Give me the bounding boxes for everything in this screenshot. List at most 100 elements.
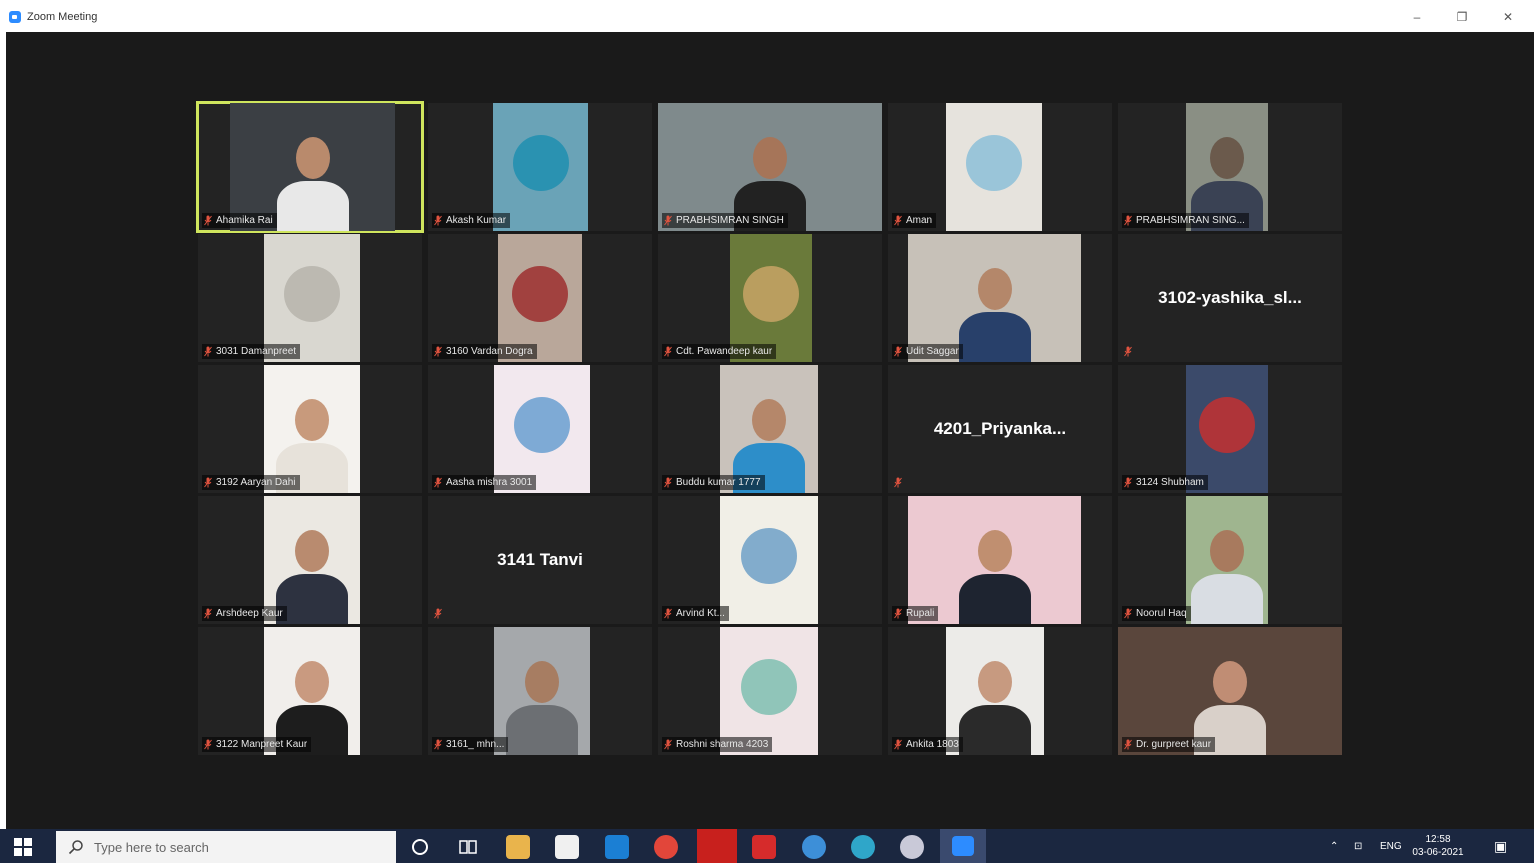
red-app-icon[interactable] — [697, 829, 737, 863]
participant-name-label: PRABHSIMRAN SINGH — [662, 213, 788, 228]
zoom-taskbar-icon[interactable] — [940, 829, 986, 863]
edge-icon[interactable] — [851, 835, 875, 859]
person-silhouette — [1191, 574, 1263, 624]
drawing-artwork — [284, 266, 340, 322]
search-icon — [68, 840, 83, 855]
participant-tile[interactable]: 3192 Aaryan Dahi — [198, 365, 422, 493]
muted-mic-icon — [664, 739, 672, 750]
participant-tile[interactable]: 3161_ mhn... — [428, 627, 652, 755]
participant-name-label: Arvind Kt... — [662, 606, 729, 621]
participant-name-label: 3192 Aaryan Dahi — [202, 475, 300, 490]
muted-mic-icon — [664, 608, 672, 619]
notification-icon[interactable]: ▣ — [1494, 829, 1507, 863]
participant-tile[interactable]: Arvind Kt... — [658, 496, 882, 624]
participant-tile[interactable]: Rupali — [888, 496, 1112, 624]
participant-tile[interactable]: Ahamika Rai — [196, 101, 424, 233]
participant-tile[interactable]: 3102-yashika_sl... — [1118, 234, 1342, 362]
muted-mic-icon — [894, 608, 902, 619]
participant-video — [1118, 627, 1342, 755]
muted-mic-icon — [204, 215, 212, 226]
participant-tile[interactable]: 3031 Damanpreet — [198, 234, 422, 362]
drawing-artwork — [514, 397, 570, 453]
participant-name-label: Buddu kumar 1777 — [662, 475, 765, 490]
participant-name-label: Ankita 1803 — [892, 737, 963, 752]
participant-tile[interactable]: Aman — [888, 103, 1112, 231]
participant-video — [498, 234, 582, 362]
participant-name-label: Rupali — [892, 606, 939, 621]
participant-video — [264, 234, 360, 362]
person-silhouette — [276, 181, 349, 231]
participant-tile[interactable]: Roshni sharma 4203 — [658, 627, 882, 755]
minimize-button[interactable]: – — [1403, 6, 1431, 28]
person-silhouette — [958, 574, 1031, 624]
paint-icon[interactable] — [900, 835, 924, 859]
participant-name: Rupali — [906, 608, 935, 619]
participant-name: Aasha mishra 3001 — [446, 477, 533, 488]
tray-chevron-icon[interactable]: ⌃ — [1330, 829, 1338, 863]
muted-mic-icon — [894, 739, 902, 750]
participant-video — [946, 627, 1044, 755]
person-face — [752, 399, 786, 441]
participant-video — [720, 627, 818, 755]
participant-video — [230, 103, 395, 231]
participant-name: Ahamika Rai — [216, 215, 273, 226]
windows-start-button[interactable] — [14, 838, 32, 856]
participant-name-label: Aasha mishra 3001 — [432, 475, 537, 490]
participant-tile[interactable]: Dr. gurpreet kaur — [1118, 627, 1342, 755]
mail-icon[interactable] — [605, 835, 629, 859]
participant-tile[interactable]: PRABHSIMRAN SING... — [1118, 103, 1342, 231]
participant-name: Buddu kumar 1777 — [676, 477, 761, 488]
language-indicator[interactable]: ENG — [1380, 829, 1402, 863]
participant-name-label — [1122, 344, 1140, 359]
participant-name-label: 3122 Manpreet Kaur — [202, 737, 312, 752]
task-view-icon[interactable] — [456, 835, 480, 859]
participant-tile[interactable]: Udit Saggar — [888, 234, 1112, 362]
participant-video — [1186, 365, 1268, 493]
participant-tile[interactable]: Aasha mishra 3001 — [428, 365, 652, 493]
taskbar-clock[interactable]: 12:58 03-06-2021 — [1408, 833, 1468, 859]
participant-name-label: Arshdeep Kaur — [202, 606, 287, 621]
participant-name: Akash Kumar — [446, 215, 507, 226]
telegram-icon[interactable] — [802, 835, 826, 859]
participant-tile[interactable]: 3160 Vardan Dogra — [428, 234, 652, 362]
person-face — [295, 137, 330, 179]
participant-video — [658, 103, 882, 231]
chrome-icon[interactable] — [654, 835, 678, 859]
participant-video — [264, 627, 360, 755]
participant-name: Ankita 1803 — [906, 739, 959, 750]
participant-tile[interactable]: PRABHSIMRAN SINGH — [658, 103, 882, 231]
participant-video — [720, 365, 818, 493]
participant-tile[interactable]: Akash Kumar — [428, 103, 652, 231]
participant-name: Roshni sharma 4203 — [676, 739, 769, 750]
muted-mic-icon — [434, 346, 442, 357]
pdf-app-icon[interactable] — [752, 835, 776, 859]
participant-tile[interactable]: 3141 Tanvi — [428, 496, 652, 624]
network-icon[interactable]: ⊡ — [1354, 829, 1362, 863]
participant-name-label: Udit Saggar — [892, 344, 963, 359]
taskbar-search-box[interactable]: Type here to search — [56, 831, 396, 863]
drawing-artwork — [743, 266, 799, 322]
drawing-artwork — [741, 659, 797, 715]
close-button[interactable]: ✕ — [1494, 6, 1522, 28]
participant-display-name: 4201_Priyanka... — [933, 419, 1067, 438]
participant-tile[interactable]: Ankita 1803 — [888, 627, 1112, 755]
person-face — [978, 661, 1012, 703]
participant-tile[interactable]: Buddu kumar 1777 — [658, 365, 882, 493]
participant-tile[interactable]: Noorul Haq — [1118, 496, 1342, 624]
file-explorer-icon[interactable] — [506, 835, 530, 859]
participant-name: Udit Saggar — [906, 346, 959, 357]
muted-mic-icon — [204, 346, 212, 357]
store-icon[interactable] — [555, 835, 579, 859]
restore-button[interactable]: ❐ — [1448, 6, 1476, 28]
participant-video — [908, 496, 1081, 624]
participant-tile[interactable]: Arshdeep Kaur — [198, 496, 422, 624]
participant-tile[interactable]: 3122 Manpreet Kaur — [198, 627, 422, 755]
participant-name-label: Cdt. Pawandeep kaur — [662, 344, 777, 359]
participant-tile[interactable]: 3124 Shubham — [1118, 365, 1342, 493]
cortana-icon[interactable] — [408, 835, 432, 859]
participant-tile[interactable]: Cdt. Pawandeep kaur — [658, 234, 882, 362]
participant-tile[interactable]: 4201_Priyanka... — [888, 365, 1112, 493]
drawing-artwork — [512, 135, 569, 191]
muted-mic-icon — [434, 215, 442, 226]
muted-mic-icon — [204, 739, 212, 750]
